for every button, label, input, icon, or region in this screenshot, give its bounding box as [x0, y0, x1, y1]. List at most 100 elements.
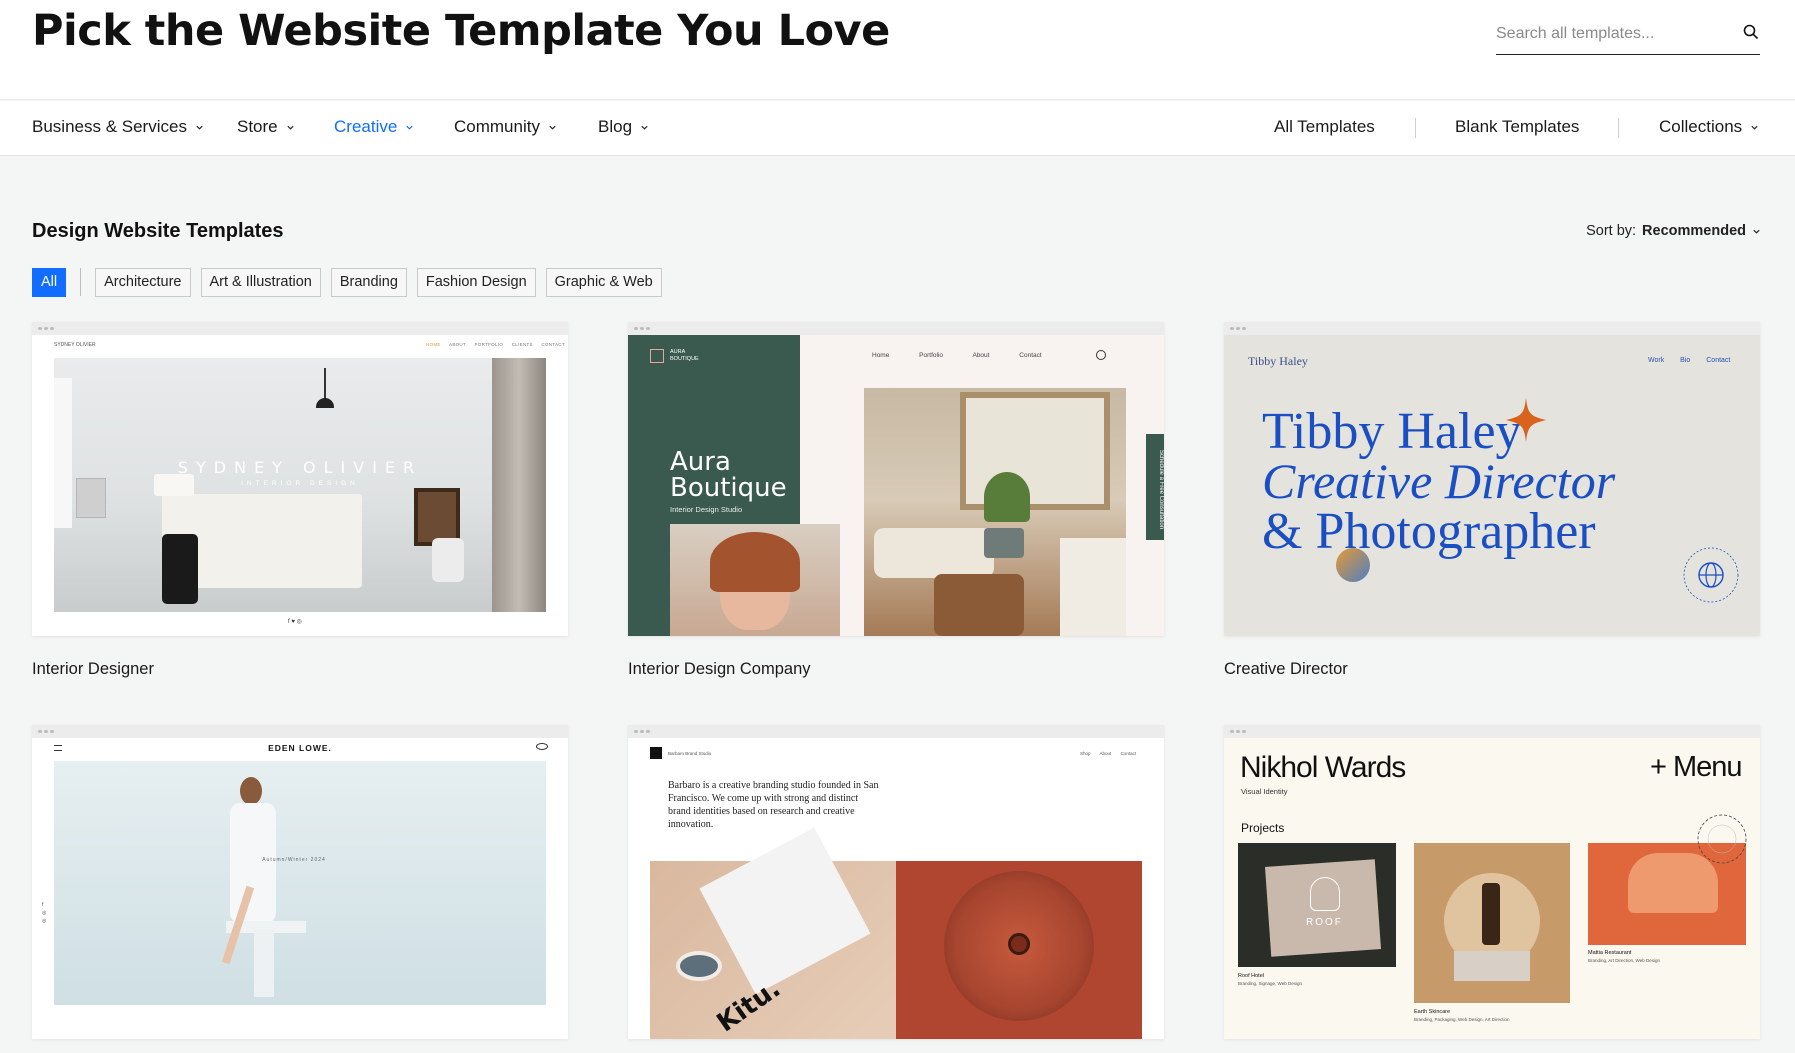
site-brand: SYDNEY OLIVIER	[54, 342, 96, 348]
template-card[interactable]: Barbaro Brand Studio Shop About Contact …	[628, 725, 1164, 1053]
interior-image	[864, 388, 1126, 636]
browser-bar	[628, 725, 1164, 738]
filter-architecture[interactable]: Architecture	[95, 267, 191, 297]
nav-label: Store	[237, 117, 278, 136]
template-card[interactable]: SYDNEY OLIVIER HOME ABOUT PORTFOLIO CLIE…	[32, 322, 568, 679]
site-brand: EDEN LOWE.	[268, 743, 332, 753]
nav-divider	[1415, 118, 1416, 138]
template-thumbnail[interactable]: EDEN LOWE. Autumn/Winter 2024 f ◎ ◎	[32, 725, 568, 1039]
nav-community[interactable]: Community	[454, 117, 557, 137]
hero-subheading: Interior Design Studio	[670, 505, 743, 514]
site-brand: Tibby Haley	[1248, 354, 1308, 368]
nav-business-services[interactable]: Business & Services	[32, 117, 204, 137]
chevron-down-icon	[549, 125, 556, 130]
nav-blog[interactable]: Blog	[598, 117, 649, 137]
product-image: Kitu.	[650, 827, 896, 1039]
nav-label: Community	[454, 117, 540, 136]
nav-all-templates[interactable]: All Templates	[1274, 117, 1375, 137]
nav-blank-templates[interactable]: Blank Templates	[1455, 117, 1579, 137]
browser-bar	[628, 322, 1164, 335]
template-card[interactable]: EDEN LOWE. Autumn/Winter 2024 f ◎ ◎	[32, 725, 568, 1053]
chevron-down-icon	[406, 125, 413, 130]
site-brand: AURA BOUTIQUE	[670, 349, 699, 362]
nav-creative[interactable]: Creative	[334, 117, 414, 137]
template-title[interactable]: Interior Designer	[32, 660, 568, 679]
category-nav: Business & Services Store Creative Commu…	[0, 101, 1795, 156]
hero-line-3: & Photographer	[1262, 503, 1596, 560]
nav-label: Collections	[1659, 117, 1743, 136]
barbaro-logo-icon	[650, 747, 662, 759]
nav-store[interactable]: Store	[237, 117, 295, 137]
projects-heading: Projects	[1241, 821, 1285, 835]
filter-chips: All Architecture Art & Illustration Bran…	[32, 267, 672, 297]
template-card[interactable]: AURA BOUTIQUE Aura Boutique Interior Des…	[628, 322, 1164, 679]
say-hi-badge-icon[interactable]	[1694, 811, 1750, 867]
roof-logo-text: ROOF	[1306, 917, 1343, 928]
filter-all[interactable]: All	[32, 267, 67, 297]
nav-label: Blog	[598, 117, 633, 136]
studio-intro: Barbaro is a creative branding studio fo…	[668, 780, 879, 830]
hero-line-2: Creative Director	[1262, 453, 1616, 509]
chevron-down-icon	[1753, 229, 1760, 234]
page-title: Pick the Website Template You Love	[32, 6, 890, 56]
header: Pick the Website Template You Love	[0, 0, 1795, 100]
social-icons: f ♥ ◎	[288, 619, 302, 625]
template-thumbnail[interactable]: Barbaro Brand Studio Shop About Contact …	[628, 725, 1164, 1039]
aura-logo-icon	[650, 349, 664, 363]
filter-divider	[80, 268, 82, 296]
speaker-image	[896, 861, 1142, 1039]
section-title: Design Website Templates	[32, 220, 284, 242]
project-name: Earth Skincare	[1414, 1009, 1451, 1015]
browser-bar	[1224, 725, 1760, 738]
project-name: Mattia Restaurant	[1588, 950, 1632, 956]
site-menu: Work Bio Contact	[1648, 357, 1731, 364]
nav-label: Blank Templates	[1455, 117, 1580, 136]
social-icons: f ◎ ◎	[42, 902, 47, 924]
filter-graphic-web[interactable]: Graphic & Web	[545, 267, 662, 297]
eye-icon[interactable]	[536, 743, 548, 750]
sort-label: Sort by:	[1586, 223, 1637, 239]
template-thumbnail[interactable]: Tibby Haley Work Bio Contact Tibby Haley…	[1224, 322, 1760, 636]
project-tags: Branding, Art Direction, Web Design	[1588, 958, 1660, 963]
browser-bar	[32, 322, 568, 335]
hero-heading-2: Boutique	[670, 473, 787, 503]
template-card[interactable]: Tibby Haley Work Bio Contact Tibby Haley…	[1224, 322, 1760, 679]
hero-subheading: INTERIOR DESIGN	[241, 480, 359, 487]
template-thumbnail[interactable]: SYDNEY OLIVIER HOME ABOUT PORTFOLIO CLIE…	[32, 322, 568, 636]
template-thumbnail[interactable]: AURA BOUTIQUE Aura Boutique Interior Des…	[628, 322, 1164, 636]
template-thumbnail[interactable]: Nikhol Wards + Menu Visual Identity Proj…	[1224, 725, 1760, 1039]
project-tags: Branding, Signage, Web Design	[1238, 981, 1302, 986]
hero-image: Autumn/Winter 2024	[54, 761, 546, 1005]
template-card[interactable]: Nikhol Wards + Menu Visual Identity Proj…	[1224, 725, 1760, 1053]
chevron-down-icon	[287, 125, 294, 130]
site-brand: Nikhol Wards	[1240, 751, 1406, 784]
project-image-earth[interactable]	[1414, 843, 1570, 1003]
menu-button[interactable]: + Menu	[1650, 751, 1743, 784]
filter-art-illustration[interactable]: Art & Illustration	[200, 267, 321, 297]
chevron-down-icon	[641, 125, 648, 130]
chevron-down-icon	[196, 125, 203, 130]
nav-collections[interactable]: Collections	[1659, 117, 1759, 137]
search-input[interactable]	[1496, 19, 1726, 49]
sort-dropdown[interactable]: Sort by: Recommended	[1586, 223, 1761, 239]
star-icon	[1506, 398, 1546, 442]
browser-bar	[1224, 322, 1760, 335]
search-box	[1496, 14, 1760, 55]
filter-fashion-design[interactable]: Fashion Design	[416, 267, 536, 297]
search-icon[interactable]	[1742, 23, 1760, 41]
project-image-roof[interactable]: ROOF	[1238, 843, 1396, 967]
hero-heading: SYDNEY OLIVIER	[177, 458, 423, 477]
globe-icon[interactable]	[1680, 544, 1742, 606]
template-title[interactable]: Creative Director	[1224, 660, 1760, 679]
site-brand: Barbaro Brand Studio	[668, 751, 712, 756]
hero-line-1: Tibby Haley	[1262, 403, 1522, 460]
template-title[interactable]: Interior Design Company	[628, 660, 1164, 679]
site-menu: Home Portfolio About Contact	[872, 352, 1042, 359]
nav-label: Creative	[334, 117, 398, 136]
account-icon[interactable]	[1096, 350, 1106, 360]
project-tags: Branding, Packaging, Web Design, Art Dir…	[1414, 1017, 1510, 1022]
site-tagline: Visual Identity	[1241, 787, 1288, 796]
consultation-tab[interactable]: Schedule a Free Consultation	[1146, 434, 1164, 540]
hero-image: SYDNEY OLIVIER INTERIOR DESIGN	[54, 358, 546, 612]
filter-branding[interactable]: Branding	[330, 267, 407, 297]
